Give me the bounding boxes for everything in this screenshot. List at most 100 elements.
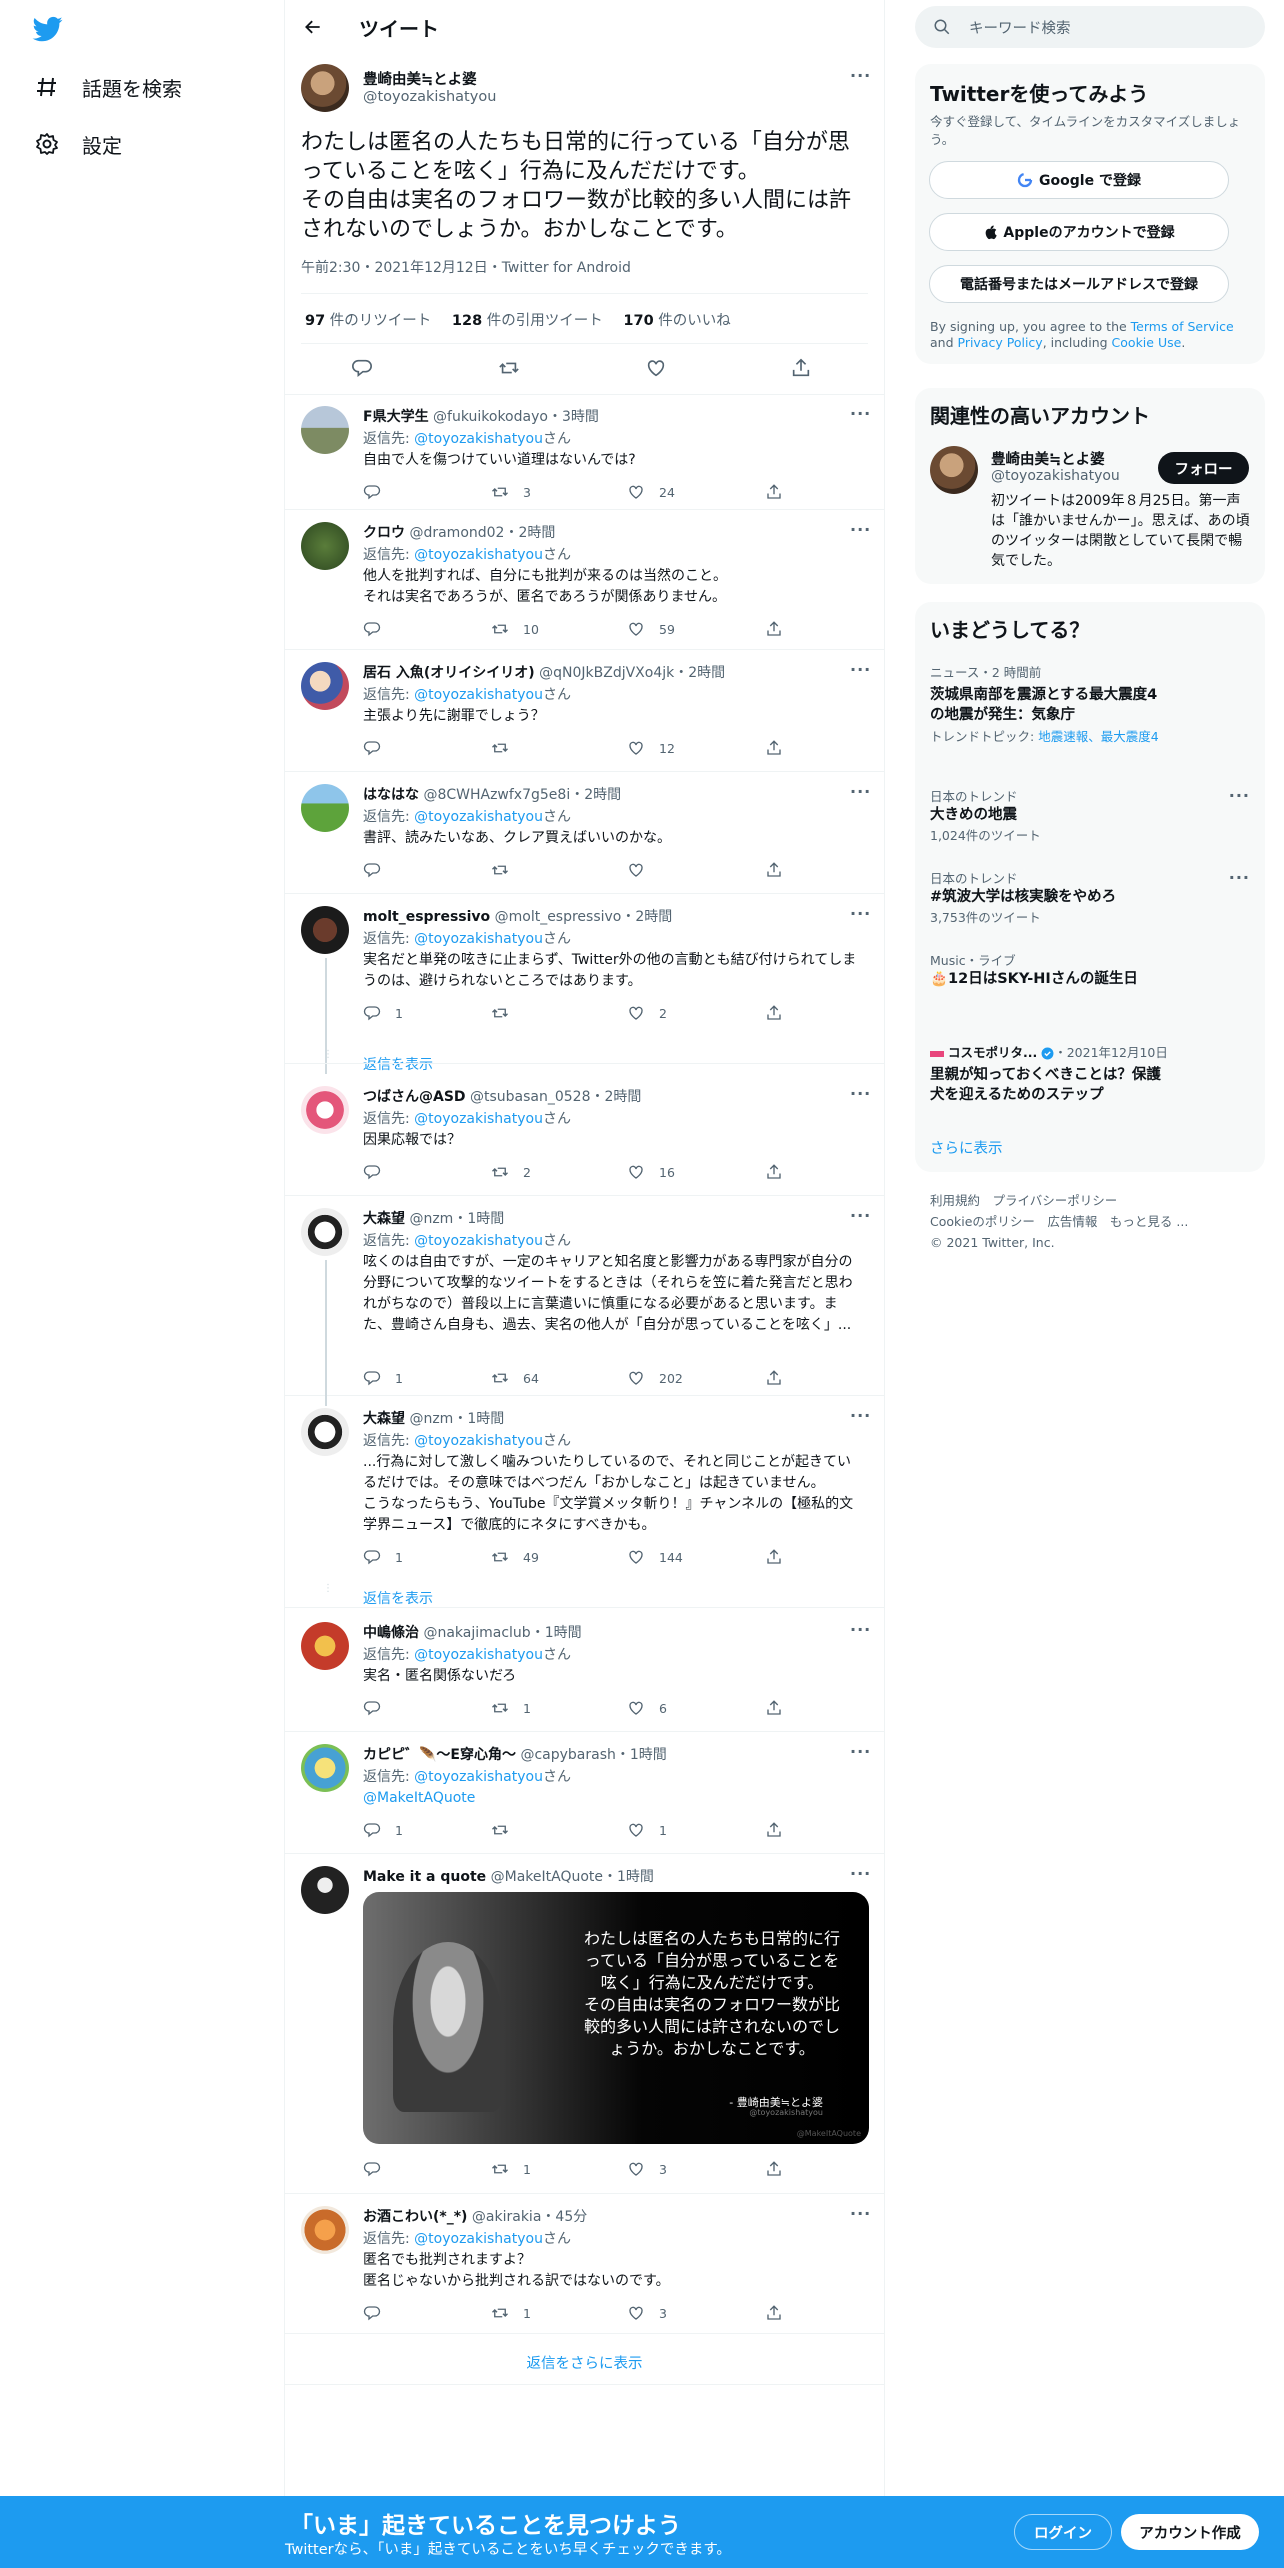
reply-time[interactable]: 45分	[555, 2209, 587, 2225]
share-button[interactable]	[765, 1548, 797, 1566]
reply-time[interactable]: 2時間	[635, 909, 672, 925]
more-icon[interactable]: ···	[850, 1864, 871, 1883]
reply-tweet[interactable]: molt_espressivo @molt_espressivo・2時間 ··· 返…	[285, 894, 884, 1074]
reply-author-name[interactable]: 中嶋條治	[363, 1625, 419, 1641]
replying-to-handle[interactable]: @toyozakishatyou	[414, 431, 543, 447]
more-icon[interactable]: ···	[1229, 868, 1250, 887]
reply-handle[interactable]: @tsubasan_0528	[470, 1089, 591, 1105]
avatar[interactable]	[301, 2206, 349, 2254]
reply-button[interactable]: 1	[363, 1821, 403, 1839]
like-button[interactable]: 3	[627, 2160, 667, 2178]
retweet-button[interactable]: 2	[491, 1163, 531, 1181]
reply-handle[interactable]: @nzm	[409, 1211, 453, 1227]
show-replies-link[interactable]: 返信を表示	[363, 1588, 433, 1608]
avatar[interactable]	[301, 1208, 349, 1256]
more-icon[interactable]: ···	[1229, 786, 1250, 805]
signup-button[interactable]: アカウント作成	[1121, 2514, 1259, 2550]
avatar[interactable]	[301, 522, 349, 570]
more-icon[interactable]: ···	[850, 1406, 871, 1425]
apple-signup-button[interactable]: Appleのアカウントで登録	[929, 213, 1229, 251]
more-icon[interactable]: ···	[850, 1742, 871, 1761]
reply-button[interactable]	[363, 861, 395, 879]
avatar[interactable]	[301, 662, 349, 710]
reply-author-name[interactable]: はなはな	[363, 787, 419, 803]
reply-time[interactable]: 3時間	[562, 409, 599, 425]
reply-time[interactable]: 1時間	[467, 1411, 504, 1427]
like-count[interactable]: 170 件のいいね	[623, 313, 730, 329]
like-button[interactable]: 59	[627, 620, 675, 638]
reply-handle[interactable]: @akirakia	[472, 2209, 542, 2225]
show-more-replies-button[interactable]: 返信をさらに表示	[285, 2352, 884, 2373]
more-icon[interactable]: ···	[850, 66, 871, 85]
more-icon[interactable]: ···	[850, 904, 871, 923]
follow-button[interactable]: フォロー	[1158, 452, 1249, 484]
reply-button[interactable]: 1	[363, 1369, 403, 1387]
reply-author-name[interactable]: 大森望	[363, 1211, 405, 1227]
share-button[interactable]	[765, 739, 797, 757]
retweet-count[interactable]: 97 件のリツイート	[305, 313, 431, 329]
footer-links-1[interactable]: 利用規約 プライバシーポリシー	[930, 1190, 1250, 1211]
retweet-button[interactable]: 64	[491, 1369, 539, 1387]
reply-author-name[interactable]: 大森望	[363, 1411, 405, 1427]
retweet-button[interactable]: 10	[491, 620, 539, 638]
reply-tweet[interactable]: はなはな @8CWHAzwfx7g5e8i・2時間 ··· 返信先: @toyoza…	[285, 772, 884, 894]
replying-to-handle[interactable]: @toyozakishatyou	[414, 809, 543, 825]
reply-author-name[interactable]: カピピ゛🪶〜E穿心角〜	[363, 1747, 516, 1763]
retweet-button[interactable]	[498, 357, 520, 379]
replying-to-handle[interactable]: @toyozakishatyou	[414, 1233, 543, 1249]
reply-time[interactable]: 2時間	[688, 665, 725, 681]
privacy-link[interactable]: Privacy Policy	[958, 335, 1043, 350]
replying-to-handle[interactable]: @toyozakishatyou	[414, 1769, 543, 1785]
reply-author-name[interactable]: つばさん@ASD	[363, 1089, 466, 1105]
avatar[interactable]	[301, 1622, 349, 1670]
reply-time[interactable]: 2時間	[605, 1089, 642, 1105]
replying-to-handle[interactable]: @toyozakishatyou	[414, 687, 543, 703]
reply-tweet[interactable]: カピピ゛🪶〜E穿心角〜 @capybarash・1時間 ··· 返信先: @toyo…	[285, 1732, 884, 1854]
reply-time[interactable]: 2時間	[518, 525, 555, 541]
replying-to-handle[interactable]: @toyozakishatyou	[414, 1433, 543, 1449]
reply-button[interactable]	[363, 739, 395, 757]
reply-handle[interactable]: @nzm	[409, 1411, 453, 1427]
like-button[interactable]: 12	[627, 739, 675, 757]
back-arrow-icon[interactable]	[303, 17, 323, 37]
quote-image[interactable]: わたしは匿名の人たちも日常的に行っている「自分が思っていることを呟く」行為に及ん…	[363, 1892, 869, 2144]
reply-tweet[interactable]: 大森望 @nzm・1時間 ··· 返信先: @toyozakishatyouさん 呟く…	[285, 1196, 884, 1406]
trend-item[interactable]: 日本のトレンド #筑波大学は核実験をやめろ 3,753件のツイート ···	[930, 868, 1250, 926]
avatar[interactable]	[301, 1744, 349, 1792]
replying-to-handle[interactable]: @toyozakishatyou	[414, 547, 543, 563]
search-input[interactable]: キーワード検索	[915, 6, 1265, 48]
more-icon[interactable]: ···	[850, 782, 871, 801]
reply-handle[interactable]: @dramond02	[409, 525, 504, 541]
retweet-button[interactable]: 1	[491, 1699, 531, 1717]
reply-tweet[interactable]: 大森望 @nzm・1時間 ··· 返信先: @toyozakishatyouさん..…	[285, 1394, 884, 1608]
reply-time[interactable]: 1時間	[545, 1625, 582, 1641]
reply-time[interactable]: 2時間	[584, 787, 621, 803]
more-icon[interactable]: ···	[850, 1084, 871, 1103]
retweet-button[interactable]	[491, 861, 523, 879]
nav-settings[interactable]: 設定	[34, 124, 122, 164]
like-button[interactable]: 16	[627, 1163, 675, 1181]
share-button[interactable]	[765, 1004, 797, 1022]
retweet-button[interactable]	[491, 1004, 523, 1022]
reply-author-name[interactable]: クロウ	[363, 525, 405, 541]
retweet-button[interactable]: 3	[491, 483, 531, 501]
nav-explore[interactable]: 話題を検索	[34, 67, 182, 107]
author-handle[interactable]: @toyozakishatyou	[363, 89, 496, 105]
retweet-button[interactable]: 1	[491, 2160, 531, 2178]
like-button[interactable]	[627, 861, 659, 879]
reply-tweet[interactable]: 居石 入魚(オリイシイリオ) @qN0JkBZdjVXo4jk・2時間 ··· 返信…	[285, 650, 884, 772]
reply-handle[interactable]: @qN0JkBZdjVXo4jk	[539, 665, 674, 681]
login-button[interactable]: ログイン	[1014, 2514, 1112, 2550]
reply-button[interactable]	[363, 2304, 395, 2322]
like-button[interactable]: 2	[627, 1004, 667, 1022]
trend-item[interactable]: コスモポリタ... ・2021年12月10日 里親が知っておくべきことは？保護犬…	[930, 1042, 1250, 1105]
avatar[interactable]	[301, 784, 349, 832]
more-icon[interactable]: ···	[850, 1620, 871, 1639]
share-button[interactable]	[765, 1163, 797, 1181]
retweet-button[interactable]: 49	[491, 1548, 539, 1566]
reply-tweet[interactable]: 中嶋條治 @nakajimaclub・1時間 ··· 返信先: @toyozakis…	[285, 1610, 884, 1732]
retweet-button[interactable]	[491, 1821, 523, 1839]
reply-button[interactable]	[363, 1163, 395, 1181]
more-icon[interactable]: ···	[850, 660, 871, 679]
reply-handle[interactable]: @MakeItAQuote	[491, 1869, 603, 1885]
